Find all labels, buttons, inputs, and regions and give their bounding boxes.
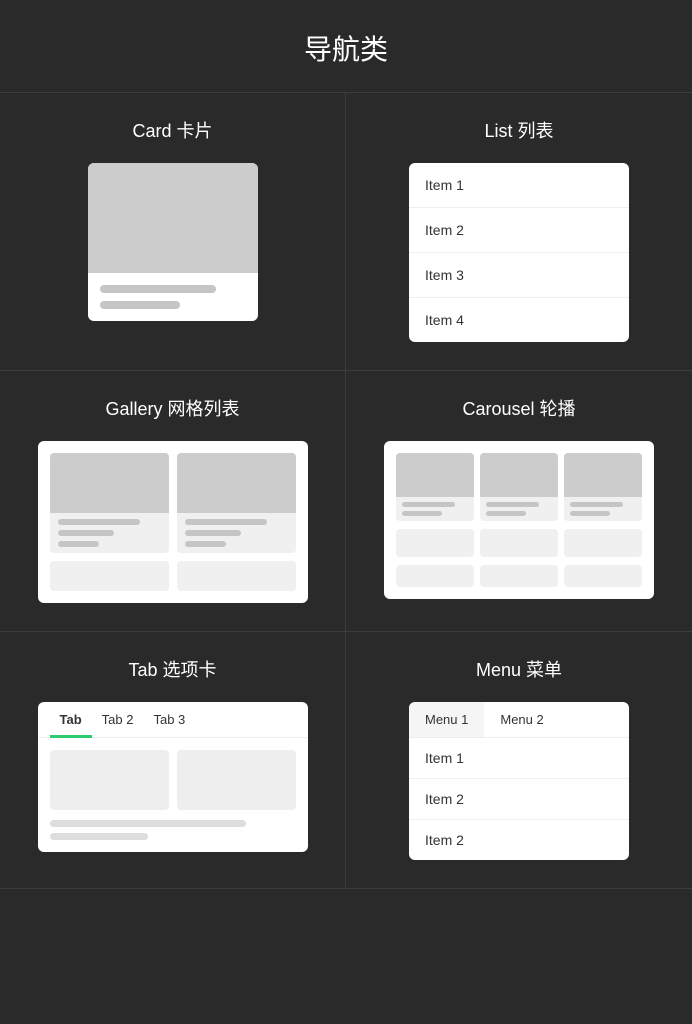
carousel-row3-card	[480, 565, 558, 587]
tab-content-block	[177, 750, 296, 810]
list-demo-area: Item 1 Item 2 Item 3 Item 4	[366, 163, 672, 342]
carousel-row2	[396, 529, 642, 557]
gallery-bottom-row	[50, 561, 296, 591]
cell-menu: Menu 菜单 Menu 1 Menu 2 Item 1 Item 2 Item…	[346, 632, 692, 889]
tab-header: Tab Tab 2 Tab 3	[38, 702, 308, 738]
carousel-component	[384, 441, 654, 599]
carousel-demo-area	[366, 441, 672, 599]
tab-1[interactable]: Tab	[50, 702, 92, 738]
carousel-card-line1	[486, 502, 539, 507]
gallery-title: Gallery 网格列表	[20, 395, 325, 421]
gallery-component	[38, 441, 308, 603]
carousel-row3-card	[564, 565, 642, 587]
gallery-card-image	[50, 453, 169, 513]
tab-title: Tab 选项卡	[20, 656, 325, 682]
tab-content	[38, 738, 308, 852]
gallery-grid	[50, 453, 296, 553]
tab-demo-area: Tab Tab 2 Tab 3	[20, 702, 325, 852]
tab-2[interactable]: Tab 2	[92, 702, 144, 738]
menu-list-item[interactable]: Item 1	[409, 738, 629, 779]
card-line-short	[100, 301, 180, 309]
carousel-card-image	[480, 453, 558, 497]
list-item[interactable]: Item 3	[409, 253, 629, 298]
cell-card: Card 卡片	[0, 93, 346, 371]
gallery-card[interactable]	[177, 453, 296, 553]
carousel-row2-card	[564, 529, 642, 557]
carousel-card-body	[396, 497, 474, 521]
carousel-card-line2	[402, 511, 442, 516]
page-title: 导航类	[0, 0, 692, 92]
card-line-long	[100, 285, 217, 293]
component-grid: Card 卡片 List 列表 Item 1 Item 2 Item 3 Ite…	[0, 92, 692, 889]
list-item[interactable]: Item 4	[409, 298, 629, 342]
gallery-card-line2	[185, 530, 242, 536]
carousel-card[interactable]	[564, 453, 642, 521]
gallery-bottom-card	[50, 561, 169, 591]
tab-line-long	[50, 820, 247, 827]
menu-list-item[interactable]: Item 2	[409, 820, 629, 860]
menu-component: Menu 1 Menu 2 Item 1 Item 2 Item 2	[409, 702, 629, 860]
carousel-card-image	[396, 453, 474, 497]
carousel-card-line1	[570, 502, 623, 507]
carousel-card-image	[564, 453, 642, 497]
carousel-card[interactable]	[396, 453, 474, 521]
card-body	[88, 273, 258, 321]
list-title: List 列表	[366, 117, 672, 143]
card-demo-area	[20, 163, 325, 321]
gallery-card-line3	[58, 541, 99, 547]
carousel-card-line2	[570, 511, 610, 516]
card-image	[88, 163, 258, 273]
tab-3[interactable]: Tab 3	[143, 702, 195, 738]
carousel-row2-card	[396, 529, 474, 557]
menu-demo-area: Menu 1 Menu 2 Item 1 Item 2 Item 2	[366, 702, 672, 860]
cell-tab: Tab 选项卡 Tab Tab 2 Tab 3	[0, 632, 346, 889]
tab-content-lines	[50, 820, 296, 840]
card-component[interactable]	[88, 163, 258, 321]
carousel-row3-card	[396, 565, 474, 587]
gallery-card-body	[177, 513, 296, 553]
carousel-card-body	[480, 497, 558, 521]
tab-content-block	[50, 750, 169, 810]
carousel-card-line2	[486, 511, 526, 516]
cell-gallery: Gallery 网格列表	[0, 371, 346, 632]
menu-tab-1[interactable]: Menu 1	[409, 702, 484, 737]
tab-component: Tab Tab 2 Tab 3	[38, 702, 308, 852]
carousel-card[interactable]	[480, 453, 558, 521]
gallery-card-line2	[58, 530, 115, 536]
list-item[interactable]: Item 1	[409, 163, 629, 208]
tab-content-grid	[50, 750, 296, 810]
cell-list: List 列表 Item 1 Item 2 Item 3 Item 4	[346, 93, 692, 371]
menu-list-item[interactable]: Item 2	[409, 779, 629, 820]
menu-tab-2[interactable]: Menu 2	[484, 702, 559, 737]
carousel-row3	[396, 565, 642, 587]
cell-carousel: Carousel 轮播	[346, 371, 692, 632]
menu-tabs: Menu 1 Menu 2	[409, 702, 629, 738]
carousel-title: Carousel 轮播	[366, 395, 672, 421]
menu-title: Menu 菜单	[366, 656, 672, 682]
card-title: Card 卡片	[20, 117, 325, 143]
carousel-card-line1	[402, 502, 455, 507]
gallery-card-line1	[58, 519, 140, 525]
gallery-bottom-card	[177, 561, 296, 591]
gallery-card-image	[177, 453, 296, 513]
list-component: Item 1 Item 2 Item 3 Item 4	[409, 163, 629, 342]
gallery-card[interactable]	[50, 453, 169, 553]
list-item[interactable]: Item 2	[409, 208, 629, 253]
carousel-row2-card	[480, 529, 558, 557]
tab-line-short	[50, 833, 148, 840]
gallery-card-line1	[185, 519, 267, 525]
carousel-card-body	[564, 497, 642, 521]
carousel-grid	[396, 453, 642, 521]
gallery-demo-area	[20, 441, 325, 603]
gallery-card-line3	[185, 541, 226, 547]
gallery-card-body	[50, 513, 169, 553]
